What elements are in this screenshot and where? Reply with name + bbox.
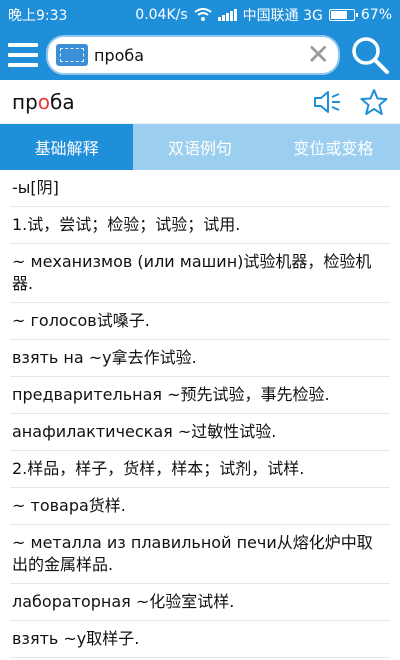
speaker-icon[interactable] (312, 89, 342, 115)
star-icon[interactable] (360, 88, 388, 116)
tab-inflection[interactable]: 变位或变格 (267, 124, 400, 170)
signal-icon (217, 9, 237, 21)
tab-examples[interactable]: 双语例句 (133, 124, 266, 170)
headword-stress: о (37, 89, 51, 114)
close-icon[interactable]: ✕ (307, 41, 330, 69)
status-bar: 晚上9:33 0.04K/s 中国联通 3G 67% (0, 0, 400, 30)
definition-item: взять на ~у拿去作试验. (10, 340, 390, 377)
battery-percent: 67% (360, 7, 392, 23)
status-time: 晚上9:33 (8, 8, 68, 24)
definition-item: анафилактическая ~过敏性试验. (10, 414, 390, 451)
status-right: 0.04K/s 中国联通 3G 67% (135, 5, 392, 25)
search-button[interactable] (348, 33, 392, 77)
definition-item: 2.样品，样子，货样，样本；试剂，试样. (10, 451, 390, 488)
tab-basic[interactable]: 基础解释 (0, 124, 134, 170)
definition-item: предварительная ~预先试验，事先检验. (10, 377, 390, 414)
headword: проба (12, 90, 312, 114)
search-input[interactable]: проба (94, 46, 301, 65)
definition-list: -ы[阴] 1.试，尝试；检验；试验；试用. ~ механизмов (или м… (0, 170, 400, 658)
headword-part: ба (50, 89, 75, 114)
menu-icon[interactable] (8, 43, 38, 67)
tab-bar: 基础解释 双语例句 变位或变格 (0, 124, 400, 170)
wifi-icon (194, 8, 212, 21)
definition-item: взять ~у取样子. (10, 621, 390, 658)
battery-fill (330, 11, 347, 19)
battery-icon (328, 9, 358, 21)
headword-part: пр (12, 89, 38, 114)
definition-item: ~ металла из плавильной печи从熔化炉中取出的金属样品… (10, 525, 390, 584)
headword-row: проба (0, 80, 400, 124)
network-speed: 0.04K/s (135, 7, 188, 23)
search-icon (352, 37, 389, 74)
definition-item: -ы[阴] (10, 170, 390, 207)
definition-item: ~ голосов试嗓子. (10, 303, 390, 340)
definition-item: ~ механизмов (или машин)试验机器，检验机器. (10, 244, 390, 303)
keyboard-icon[interactable] (56, 44, 88, 66)
definition-item: 1.试，尝试；检验；试验；试用. (10, 207, 390, 244)
toolbar: проба ✕ (0, 30, 400, 80)
carrier-label: 中国联通 3G (242, 8, 323, 24)
headword-actions (312, 88, 388, 116)
definition-item: ~ товара货样. (10, 488, 390, 525)
definition-item: лабораторная ~化验室试样. (10, 584, 390, 621)
search-box[interactable]: проба ✕ (46, 35, 340, 75)
